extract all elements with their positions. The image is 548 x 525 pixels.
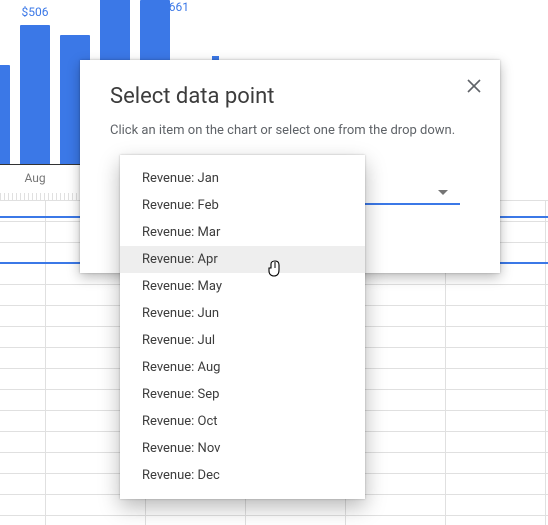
bar-value-label: $506 <box>22 5 49 19</box>
close-icon <box>467 79 481 93</box>
dialog-title: Select data point <box>80 60 500 109</box>
x-tick <box>0 171 10 185</box>
menu-item-may[interactable]: Revenue: May <box>120 273 365 300</box>
menu-item-feb[interactable]: Revenue: Feb <box>120 192 365 219</box>
x-tick: Aug <box>20 171 50 185</box>
menu-item-dec[interactable]: Revenue: Dec <box>120 462 365 489</box>
menu-item-oct[interactable]: Revenue: Oct <box>120 408 365 435</box>
bar-value-label: $661 <box>162 0 189 14</box>
chevron-down-icon[interactable] <box>438 190 448 195</box>
dialog-subtitle: Click an item on the chart or select one… <box>80 109 500 138</box>
menu-item-jul[interactable]: Revenue: Jul <box>120 327 365 354</box>
menu-item-apr[interactable]: Revenue: Apr <box>120 246 365 273</box>
menu-item-nov[interactable]: Revenue: Nov <box>120 435 365 462</box>
menu-item-jun[interactable]: Revenue: Jun <box>120 300 365 327</box>
menu-item-aug[interactable]: Revenue: Aug <box>120 354 365 381</box>
close-button[interactable] <box>462 74 486 98</box>
data-point-dropdown-menu[interactable]: Revenue: Jan Revenue: Feb Revenue: Mar R… <box>120 155 365 499</box>
menu-item-sep[interactable]: Revenue: Sep <box>120 381 365 408</box>
menu-item-jan[interactable]: Revenue: Jan <box>120 165 365 192</box>
bar[interactable] <box>0 65 10 165</box>
menu-item-mar[interactable]: Revenue: Mar <box>120 219 365 246</box>
bar[interactable]: $506 <box>20 25 50 165</box>
